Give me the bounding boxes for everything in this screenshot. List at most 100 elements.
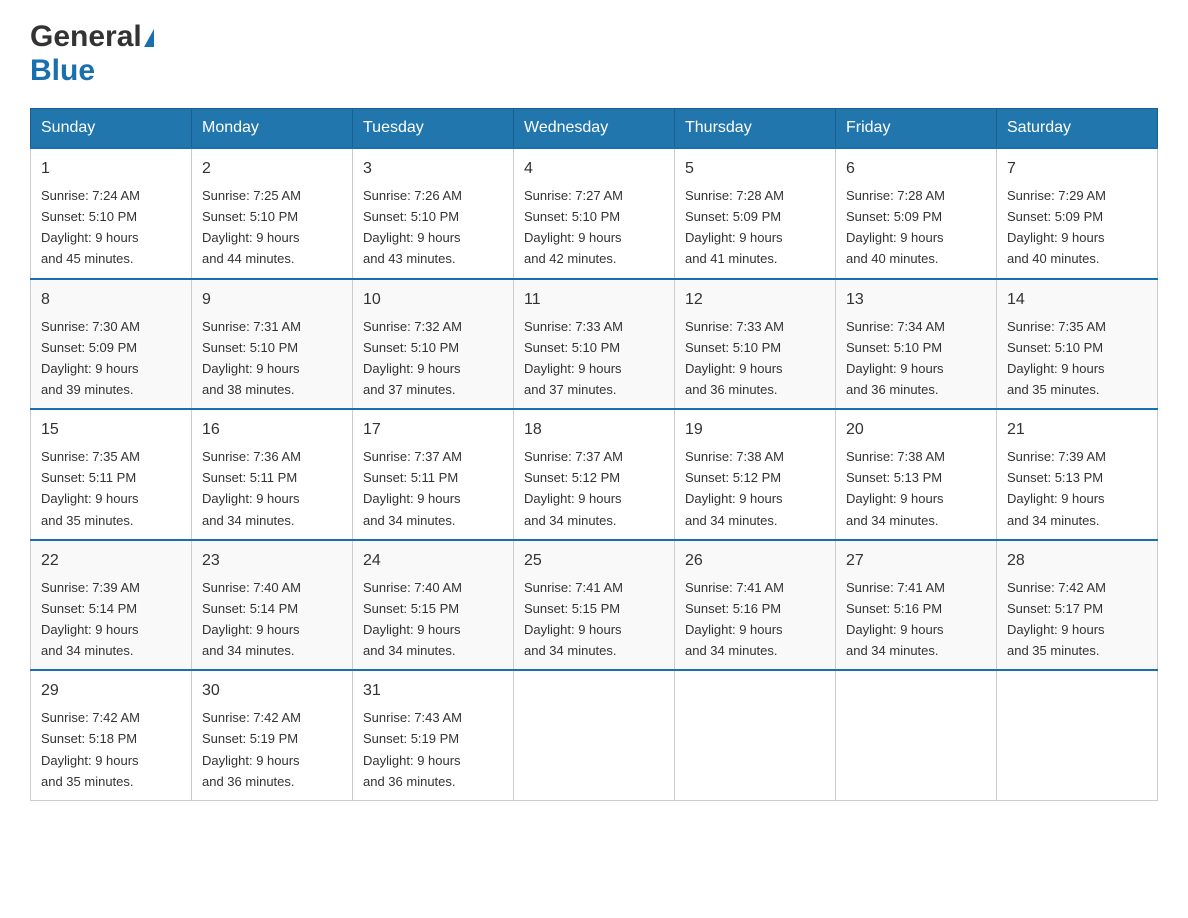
logo-triangle-icon [144,29,154,47]
day-number: 1 [41,157,181,181]
day-info: Sunrise: 7:24 AMSunset: 5:10 PMDaylight:… [41,188,140,266]
day-info: Sunrise: 7:29 AMSunset: 5:09 PMDaylight:… [1007,188,1106,266]
day-number: 20 [846,418,986,442]
day-info: Sunrise: 7:36 AMSunset: 5:11 PMDaylight:… [202,449,301,527]
calendar-day-cell: 2 Sunrise: 7:25 AMSunset: 5:10 PMDayligh… [192,148,353,279]
calendar-day-cell: 12 Sunrise: 7:33 AMSunset: 5:10 PMDaylig… [675,279,836,410]
logo-general-row: General [30,20,154,54]
day-number: 25 [524,549,664,573]
day-number: 8 [41,288,181,312]
day-info: Sunrise: 7:40 AMSunset: 5:14 PMDaylight:… [202,580,301,658]
page-header: General Blue [30,20,1158,88]
calendar-day-cell: 13 Sunrise: 7:34 AMSunset: 5:10 PMDaylig… [836,279,997,410]
day-number: 27 [846,549,986,573]
day-number: 10 [363,288,503,312]
day-info: Sunrise: 7:39 AMSunset: 5:14 PMDaylight:… [41,580,140,658]
calendar-week-row: 8 Sunrise: 7:30 AMSunset: 5:09 PMDayligh… [31,279,1158,410]
day-number: 15 [41,418,181,442]
calendar-day-cell: 18 Sunrise: 7:37 AMSunset: 5:12 PMDaylig… [514,409,675,540]
weekday-header-thursday: Thursday [675,109,836,149]
calendar-day-cell: 22 Sunrise: 7:39 AMSunset: 5:14 PMDaylig… [31,540,192,671]
logo: General Blue [30,20,154,88]
logo-general-text: General [30,20,142,53]
day-number: 29 [41,679,181,703]
calendar-day-cell: 8 Sunrise: 7:30 AMSunset: 5:09 PMDayligh… [31,279,192,410]
calendar-week-row: 22 Sunrise: 7:39 AMSunset: 5:14 PMDaylig… [31,540,1158,671]
calendar-day-cell: 5 Sunrise: 7:28 AMSunset: 5:09 PMDayligh… [675,148,836,279]
day-number: 3 [363,157,503,181]
weekday-header-monday: Monday [192,109,353,149]
day-number: 4 [524,157,664,181]
calendar-day-cell: 20 Sunrise: 7:38 AMSunset: 5:13 PMDaylig… [836,409,997,540]
day-info: Sunrise: 7:31 AMSunset: 5:10 PMDaylight:… [202,319,301,397]
day-number: 11 [524,288,664,312]
calendar-day-cell: 7 Sunrise: 7:29 AMSunset: 5:09 PMDayligh… [997,148,1158,279]
calendar-day-cell: 6 Sunrise: 7:28 AMSunset: 5:09 PMDayligh… [836,148,997,279]
calendar-day-cell: 31 Sunrise: 7:43 AMSunset: 5:19 PMDaylig… [353,670,514,800]
empty-calendar-cell [836,670,997,800]
weekday-header-saturday: Saturday [997,109,1158,149]
day-number: 12 [685,288,825,312]
calendar-day-cell: 14 Sunrise: 7:35 AMSunset: 5:10 PMDaylig… [997,279,1158,410]
calendar-day-cell: 16 Sunrise: 7:36 AMSunset: 5:11 PMDaylig… [192,409,353,540]
day-info: Sunrise: 7:41 AMSunset: 5:16 PMDaylight:… [685,580,784,658]
day-info: Sunrise: 7:42 AMSunset: 5:19 PMDaylight:… [202,710,301,788]
day-info: Sunrise: 7:27 AMSunset: 5:10 PMDaylight:… [524,188,623,266]
empty-calendar-cell [514,670,675,800]
day-info: Sunrise: 7:41 AMSunset: 5:16 PMDaylight:… [846,580,945,658]
day-number: 30 [202,679,342,703]
day-number: 5 [685,157,825,181]
day-info: Sunrise: 7:28 AMSunset: 5:09 PMDaylight:… [685,188,784,266]
calendar-day-cell: 3 Sunrise: 7:26 AMSunset: 5:10 PMDayligh… [353,148,514,279]
day-number: 17 [363,418,503,442]
day-info: Sunrise: 7:25 AMSunset: 5:10 PMDaylight:… [202,188,301,266]
day-number: 28 [1007,549,1147,573]
day-info: Sunrise: 7:30 AMSunset: 5:09 PMDaylight:… [41,319,140,397]
calendar-day-cell: 17 Sunrise: 7:37 AMSunset: 5:11 PMDaylig… [353,409,514,540]
day-info: Sunrise: 7:42 AMSunset: 5:18 PMDaylight:… [41,710,140,788]
day-info: Sunrise: 7:34 AMSunset: 5:10 PMDaylight:… [846,319,945,397]
day-number: 21 [1007,418,1147,442]
empty-calendar-cell [997,670,1158,800]
logo-blue-text: Blue [30,54,95,87]
day-number: 19 [685,418,825,442]
calendar-day-cell: 10 Sunrise: 7:32 AMSunset: 5:10 PMDaylig… [353,279,514,410]
weekday-header-wednesday: Wednesday [514,109,675,149]
calendar-day-cell: 9 Sunrise: 7:31 AMSunset: 5:10 PMDayligh… [192,279,353,410]
calendar-day-cell: 25 Sunrise: 7:41 AMSunset: 5:15 PMDaylig… [514,540,675,671]
day-number: 14 [1007,288,1147,312]
day-info: Sunrise: 7:37 AMSunset: 5:11 PMDaylight:… [363,449,462,527]
weekday-header-sunday: Sunday [31,109,192,149]
calendar-table: SundayMondayTuesdayWednesdayThursdayFrid… [30,108,1158,801]
day-number: 23 [202,549,342,573]
day-number: 13 [846,288,986,312]
calendar-day-cell: 21 Sunrise: 7:39 AMSunset: 5:13 PMDaylig… [997,409,1158,540]
day-info: Sunrise: 7:39 AMSunset: 5:13 PMDaylight:… [1007,449,1106,527]
day-number: 7 [1007,157,1147,181]
calendar-day-cell: 19 Sunrise: 7:38 AMSunset: 5:12 PMDaylig… [675,409,836,540]
weekday-header-row: SundayMondayTuesdayWednesdayThursdayFrid… [31,109,1158,149]
day-info: Sunrise: 7:28 AMSunset: 5:09 PMDaylight:… [846,188,945,266]
day-number: 22 [41,549,181,573]
calendar-day-cell: 28 Sunrise: 7:42 AMSunset: 5:17 PMDaylig… [997,540,1158,671]
day-number: 24 [363,549,503,573]
calendar-day-cell: 29 Sunrise: 7:42 AMSunset: 5:18 PMDaylig… [31,670,192,800]
weekday-header-friday: Friday [836,109,997,149]
calendar-week-row: 15 Sunrise: 7:35 AMSunset: 5:11 PMDaylig… [31,409,1158,540]
day-info: Sunrise: 7:41 AMSunset: 5:15 PMDaylight:… [524,580,623,658]
calendar-day-cell: 23 Sunrise: 7:40 AMSunset: 5:14 PMDaylig… [192,540,353,671]
calendar-week-row: 1 Sunrise: 7:24 AMSunset: 5:10 PMDayligh… [31,148,1158,279]
calendar-day-cell: 15 Sunrise: 7:35 AMSunset: 5:11 PMDaylig… [31,409,192,540]
empty-calendar-cell [675,670,836,800]
weekday-header-tuesday: Tuesday [353,109,514,149]
day-number: 16 [202,418,342,442]
calendar-day-cell: 24 Sunrise: 7:40 AMSunset: 5:15 PMDaylig… [353,540,514,671]
day-info: Sunrise: 7:38 AMSunset: 5:12 PMDaylight:… [685,449,784,527]
calendar-day-cell: 27 Sunrise: 7:41 AMSunset: 5:16 PMDaylig… [836,540,997,671]
day-info: Sunrise: 7:38 AMSunset: 5:13 PMDaylight:… [846,449,945,527]
day-info: Sunrise: 7:42 AMSunset: 5:17 PMDaylight:… [1007,580,1106,658]
calendar-day-cell: 26 Sunrise: 7:41 AMSunset: 5:16 PMDaylig… [675,540,836,671]
logo-blue-row: Blue [30,54,95,88]
calendar-day-cell: 30 Sunrise: 7:42 AMSunset: 5:19 PMDaylig… [192,670,353,800]
day-info: Sunrise: 7:43 AMSunset: 5:19 PMDaylight:… [363,710,462,788]
